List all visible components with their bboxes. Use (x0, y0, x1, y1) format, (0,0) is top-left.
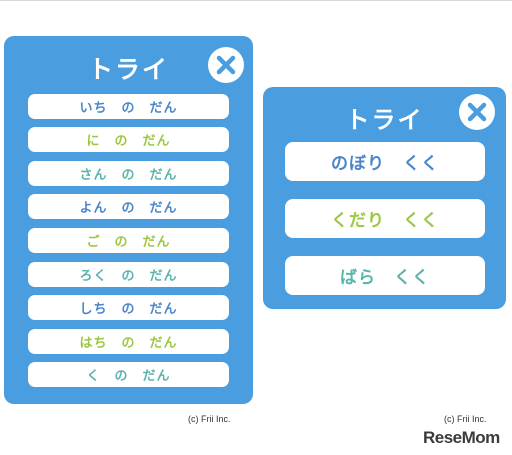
level-button-1[interactable]: いち の だん (28, 94, 229, 119)
copyright-right: (c) Frii Inc. (444, 414, 487, 424)
left-close-button[interactable] (208, 47, 244, 83)
level-button-9[interactable]: く の だん (28, 362, 229, 387)
random-button[interactable]: ばら くく (285, 256, 485, 295)
right-close-button[interactable] (459, 94, 495, 130)
close-icon (216, 55, 236, 75)
close-icon (467, 102, 487, 122)
copyright-left: (c) Frii Inc. (188, 414, 231, 424)
level-button-4[interactable]: よん の だん (28, 194, 229, 219)
descending-button[interactable]: くだり くく (285, 199, 485, 238)
level-button-5[interactable]: ご の だん (28, 228, 229, 253)
top-divider (0, 0, 512, 1)
right-panel: トライ のぼり くく くだり くく ばら くく (263, 87, 506, 309)
level-button-8[interactable]: はち の だん (28, 329, 229, 354)
left-panel: トライ いち の だん に の だん さん の だん よん の だん ご の だ… (4, 36, 253, 404)
ascending-button[interactable]: のぼり くく (285, 142, 485, 181)
level-button-6[interactable]: ろく の だん (28, 262, 229, 287)
level-button-7[interactable]: しち の だん (28, 295, 229, 320)
level-button-3[interactable]: さん の だん (28, 161, 229, 186)
level-button-2[interactable]: に の だん (28, 127, 229, 152)
watermark-logo: ReseMom (423, 428, 500, 447)
